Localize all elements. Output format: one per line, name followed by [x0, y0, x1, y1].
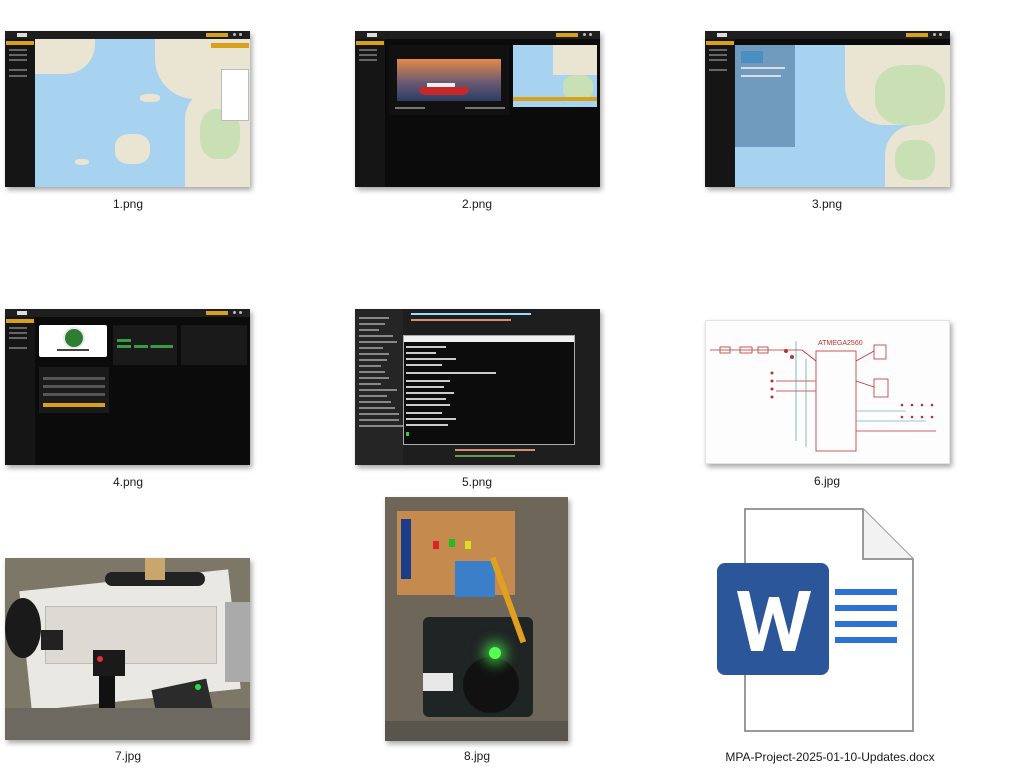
- file-name: 5.png: [461, 475, 493, 489]
- file-thumbnail: [355, 31, 600, 187]
- file-name: 4.png: [112, 475, 144, 489]
- svg-text:ATMEGA2560: ATMEGA2560: [818, 340, 863, 347]
- file-name: 3.png: [811, 197, 843, 211]
- file-thumbnail: [5, 31, 250, 187]
- file-thumbnail: [385, 497, 568, 741]
- file-name: 1.png: [112, 197, 144, 211]
- word-document-icon: [713, 505, 918, 735]
- file-item-8[interactable]: 8.jpg: [385, 497, 570, 770]
- file-thumbnail: [705, 31, 950, 187]
- file-thumbnail: [355, 309, 600, 465]
- file-name: 2.png: [461, 197, 493, 211]
- file-item-docx[interactable]: MPA-Project-2025-01-10-Updates.docx: [705, 505, 955, 770]
- file-name: 6.jpg: [813, 474, 841, 488]
- file-item-3[interactable]: 3.png: [705, 31, 950, 216]
- file-item-1[interactable]: 1.png: [5, 31, 250, 216]
- file-item-5[interactable]: 5.png: [355, 309, 600, 494]
- file-name: MPA-Project-2025-01-10-Updates.docx: [725, 750, 935, 764]
- file-thumbnail: ATMEGA2560: [705, 320, 950, 464]
- file-name: 7.jpg: [114, 749, 142, 763]
- file-name: 8.jpg: [463, 749, 491, 763]
- file-item-4[interactable]: 4.png: [5, 309, 250, 494]
- file-item-6[interactable]: ATMEGA2560 6.jpg: [705, 320, 950, 494]
- file-thumbnail: [5, 309, 250, 465]
- file-item-2[interactable]: 2.png: [355, 31, 600, 216]
- file-item-7[interactable]: 7.jpg: [5, 558, 250, 770]
- file-thumbnail: [5, 558, 250, 740]
- schematic-drawing: ATMEGA2560: [710, 340, 936, 452]
